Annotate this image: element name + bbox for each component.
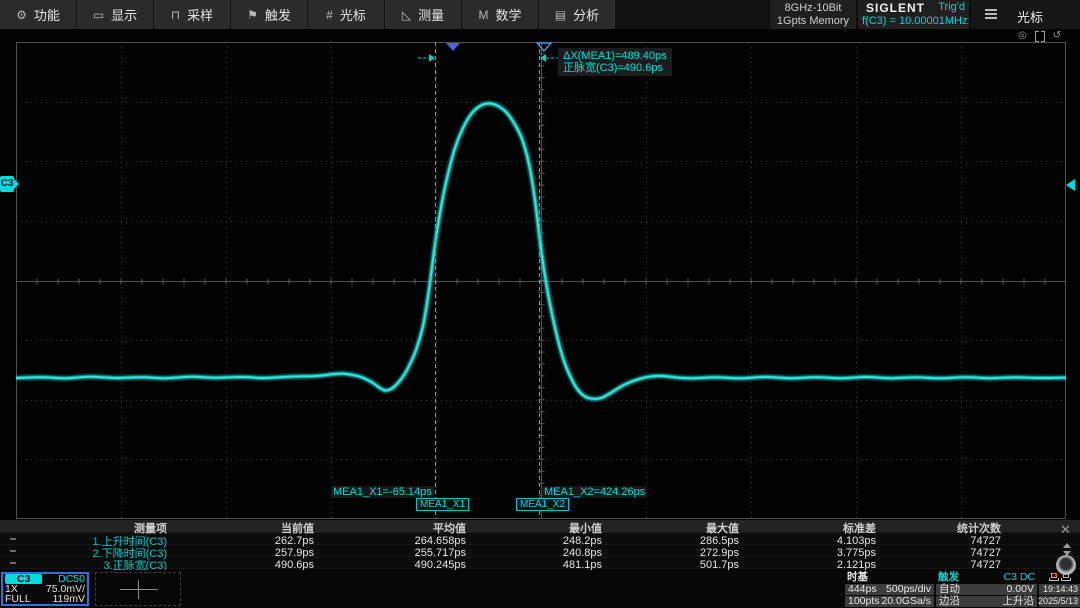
table-row-fall-time[interactable]: 2.下降时间(C3) 257.9ps 255.717ps 240.8ps 272… bbox=[0, 545, 1080, 557]
oscilloscope-screen: ⚙功能 ▭显示 ⊓采样 ⚑触发 #光标 ◺测量 M数学 ▤分析 8GHz-10B… bbox=[0, 0, 1080, 608]
brand-logo: SIGLENT bbox=[866, 1, 925, 15]
row-collapse-dash[interactable] bbox=[10, 538, 16, 540]
bottom-status-bar: C3 DC50 1X 75.0mV/ FULL 119mV 时基 444ps 50… bbox=[0, 570, 1080, 608]
trigger-descriptor[interactable]: 触发 C3 DC 自动 0.00V 边沿 上升沿 bbox=[936, 571, 1037, 607]
bandwidth-label: 8GHz-10Bit bbox=[770, 2, 856, 15]
trigger-type: 边沿 bbox=[939, 596, 960, 607]
cursor-x2-handle[interactable]: MEA1_X2 bbox=[516, 498, 569, 511]
fullscreen-icon[interactable] bbox=[1035, 31, 1045, 40]
close-icon[interactable]: ✕ bbox=[1060, 523, 1071, 536]
trigger-position-marker[interactable] bbox=[446, 43, 460, 51]
table-row-rise-time[interactable]: 1.上升时间(C3) 262.7ps 264.658ps 248.2ps 286… bbox=[0, 533, 1080, 545]
sample-rate: 20.0GSa/s bbox=[881, 596, 931, 607]
trigger-mode: 自动 bbox=[939, 584, 960, 595]
scroll-up-icon[interactable] bbox=[1063, 543, 1071, 548]
timebase-scale: 500ps/div bbox=[886, 584, 931, 595]
menu-lines-icon bbox=[985, 9, 997, 19]
system-info: 8GHz-10Bit 1Gpts Memory bbox=[770, 0, 856, 29]
offset-value: 119mV bbox=[53, 594, 86, 604]
math-icon: M bbox=[478, 8, 488, 22]
menu-analysis[interactable]: ▤分析 bbox=[539, 0, 615, 29]
crosshair-icon bbox=[120, 589, 158, 590]
row-collapse-dash[interactable] bbox=[10, 562, 16, 564]
screenshot-icon[interactable]: ◎ bbox=[1018, 29, 1027, 42]
flip-icon[interactable]: ↺ bbox=[1053, 29, 1061, 42]
dialog-title: 光标 bbox=[1017, 7, 1043, 26]
knob-icon[interactable] bbox=[1056, 555, 1076, 575]
table-row-pos-width[interactable]: 3.正脉宽(C3) 490.6ps 490.245ps 481.1ps 501.… bbox=[0, 557, 1080, 569]
clock-time: 19:14:43 bbox=[1043, 584, 1078, 595]
empty-channel-slot[interactable] bbox=[95, 572, 181, 606]
row-collapse-dash[interactable] bbox=[10, 550, 16, 552]
brand-status-block: SIGLENT Trig'd f(C3) = 10.00001MHz bbox=[857, 0, 969, 29]
bandwidth-limit-label: FULL bbox=[5, 594, 31, 604]
cursor-x1-arrow-icon bbox=[429, 54, 435, 62]
cursor-dialog-header[interactable]: 光标 bbox=[970, 0, 1080, 29]
delta-x-readout: ΔX(MEA1)=489.40ps bbox=[563, 50, 667, 62]
lan-icon: × bbox=[1049, 573, 1058, 581]
analyze-icon: ▤ bbox=[555, 8, 566, 22]
trigger-level: 0.00V bbox=[1007, 584, 1034, 595]
menu-display[interactable]: ▭显示 bbox=[77, 0, 153, 29]
frequency-counter: f(C3) = 10.00001MHz bbox=[862, 15, 967, 27]
top-menu-bar: ⚙功能 ▭显示 ⊓采样 ⚑触发 #光标 ◺测量 M数学 ▤分析 8GHz-10B… bbox=[0, 0, 1080, 29]
cursor-readout-box: ΔX(MEA1)=489.40ps 正脉宽(C3)=490.6ps bbox=[558, 48, 672, 76]
measure-icon: ◺ bbox=[402, 8, 411, 22]
cursor-x1-handle[interactable]: MEA1_X1 bbox=[416, 498, 469, 511]
trigger-title: 触发 bbox=[938, 571, 959, 583]
channel-c3-descriptor[interactable]: C3 DC50 1X 75.0mV/ FULL 119mV bbox=[1, 572, 89, 606]
clock-date: 2025/5/13 bbox=[1038, 596, 1078, 607]
cursor-hash-icon: # bbox=[326, 8, 333, 22]
cursor-x1-value-label: MEA1_X1=-65.14ps bbox=[331, 486, 434, 498]
menu-acquire[interactable]: ⊓采样 bbox=[154, 0, 230, 29]
cursor-x2-arrow-icon bbox=[540, 54, 546, 62]
measurement-table-header: 测量项 当前值 平均值 最小值 最大值 标准差 统计次数 bbox=[0, 520, 1080, 533]
menu-trigger[interactable]: ⚑触发 bbox=[231, 0, 307, 29]
timebase-title: 时基 bbox=[847, 571, 868, 583]
trigger-slope: 上升沿 bbox=[1003, 596, 1035, 607]
measurement-table: 测量项 当前值 平均值 最小值 最大值 标准差 统计次数 1.上升时间(C3) … bbox=[0, 520, 1080, 570]
trigger-level-marker-icon[interactable] bbox=[1066, 179, 1075, 191]
trigger-status-badge: Trig'd bbox=[938, 1, 965, 13]
waveform-display-area[interactable]: ◎ ↺ bbox=[0, 29, 1080, 520]
memory-label: 1Gpts Memory bbox=[770, 15, 856, 28]
trigger-flag-icon: ⚑ bbox=[247, 8, 258, 22]
cursor-x2-value-label: MEA1_X2=424.26ps bbox=[542, 486, 647, 498]
pulse-width-readout: 正脉宽(C3)=490.6ps bbox=[563, 62, 667, 74]
graticule-toolbar: ◎ ↺ bbox=[1018, 29, 1061, 42]
timebase-descriptor[interactable]: 时基 444ps 500ps/div 100pts20.0GSa/s bbox=[845, 571, 934, 607]
channel-c3-level-marker[interactable]: C3 bbox=[0, 176, 14, 192]
trigger-source: C3 DC bbox=[1003, 571, 1035, 583]
timebase-points: 100pts bbox=[848, 596, 880, 607]
timebase-delay: 444ps bbox=[848, 584, 877, 595]
display-icon: ▭ bbox=[93, 8, 104, 22]
gear-icon: ⚙ bbox=[16, 8, 27, 22]
graticule bbox=[16, 42, 1066, 519]
datetime-block: × 19:14:43 2025/5/13 bbox=[1039, 571, 1080, 607]
menu-utility[interactable]: ⚙功能 bbox=[0, 0, 76, 29]
menu-math[interactable]: M数学 bbox=[462, 0, 538, 29]
menu-measure[interactable]: ◺测量 bbox=[385, 0, 461, 29]
menu-cursors[interactable]: #光标 bbox=[308, 0, 384, 29]
menu-strip: ⚙功能 ▭显示 ⊓采样 ⚑触发 #光标 ◺测量 M数学 ▤分析 bbox=[0, 0, 616, 29]
sampling-icon: ⊓ bbox=[171, 8, 180, 22]
